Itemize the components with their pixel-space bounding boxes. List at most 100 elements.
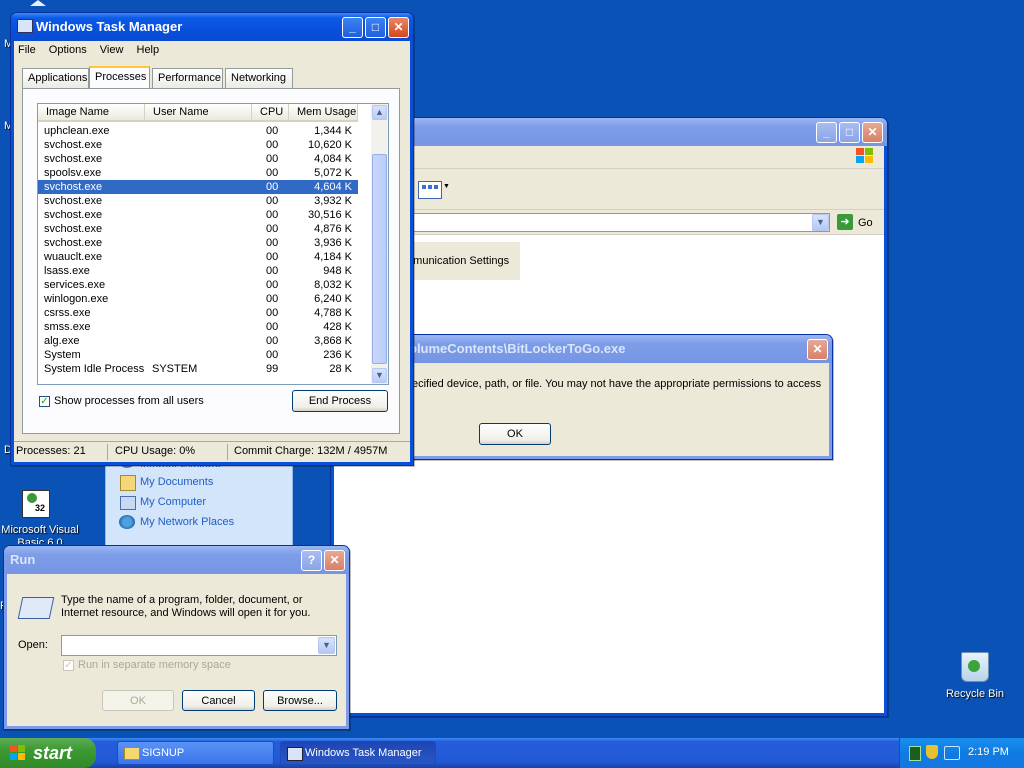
run-icon [17, 597, 55, 619]
separate-memory-checkbox: ✓ [63, 660, 74, 671]
column-image-name[interactable]: Image Name [38, 104, 145, 122]
run-cancel-button[interactable]: Cancel [182, 690, 255, 711]
taskbar-item-signup[interactable]: SIGNUP [117, 741, 274, 765]
go-button[interactable]: Go [858, 217, 873, 229]
tab-applications[interactable]: Applications [22, 68, 89, 88]
process-image-name: wuauclt.exe [44, 251, 103, 263]
column-user-name[interactable]: User Name [145, 104, 252, 122]
tab-processes[interactable]: Processes [89, 66, 150, 88]
process-row[interactable]: svchost.exe 00 4,876 K [38, 222, 358, 236]
address-bar: ▼ ➜ Go [334, 210, 884, 235]
process-image-name: svchost.exe [44, 209, 103, 221]
maximize-button[interactable]: □ [365, 17, 386, 38]
vb6-icon: 32 [22, 490, 50, 518]
menu-view[interactable]: View [100, 44, 124, 56]
scroll-down-button[interactable]: ▼ [372, 368, 387, 383]
close-button[interactable]: ✕ [324, 550, 345, 571]
process-list-scrollbar[interactable]: ▲ ▼ [371, 104, 388, 384]
process-row[interactable]: winlogon.exe 00 6,240 K [38, 292, 358, 306]
menu-file[interactable]: File [18, 44, 36, 56]
process-list[interactable]: Image Name User Name CPU Mem Usage uphcl… [37, 103, 389, 385]
task-manager-titlebar[interactable]: Windows Task Manager _ □ ✕ [11, 13, 413, 41]
process-mem-usage: 4,604 K [314, 181, 352, 193]
run-dialog[interactable]: Run ? ✕ Type the name of a program, fold… [3, 545, 350, 730]
process-row[interactable]: System Idle Process SYSTEM 99 28 K [38, 362, 358, 376]
process-mem-usage: 3,868 K [314, 335, 352, 347]
start-link-my-computer[interactable]: My Computer [140, 496, 206, 508]
close-button[interactable]: ✕ [388, 17, 409, 38]
process-cpu: 00 [266, 251, 279, 263]
minimize-button[interactable]: _ [342, 17, 363, 38]
scroll-up-button[interactable]: ▲ [372, 105, 387, 120]
tab-performance[interactable]: Performance [152, 68, 223, 88]
open-input[interactable] [61, 635, 337, 656]
show-all-processes-label[interactable]: Show processes from all users [54, 395, 204, 407]
minimize-button[interactable]: _ [816, 122, 837, 143]
error-ok-button[interactable]: OK [479, 423, 551, 445]
desktop-icon-recycle-bin[interactable]: Recycle Bin [940, 650, 1010, 704]
taskbar-item-task-manager[interactable]: Windows Task Manager [280, 741, 436, 765]
show-all-processes-checkbox[interactable]: ✓ [39, 396, 50, 407]
status-cpu-usage: CPU Usage: 0% [115, 445, 196, 457]
process-row[interactable]: smss.exe 00 428 K [38, 320, 358, 334]
tray-app-icon[interactable] [909, 746, 921, 761]
process-row[interactable]: alg.exe 00 3,868 K [38, 334, 358, 348]
scroll-thumb[interactable] [372, 154, 387, 364]
menu-help[interactable]: Help [137, 44, 160, 56]
views-dropdown-icon[interactable]: ▼ [443, 183, 450, 190]
process-row[interactable]: System 00 236 K [38, 348, 358, 362]
go-icon[interactable]: ➜ [837, 214, 853, 230]
run-dialog-client: Type the name of a program, folder, docu… [7, 574, 346, 726]
start-link-my-documents[interactable]: My Documents [140, 476, 213, 488]
process-row[interactable]: svchost.exe 00 4,604 K [38, 180, 358, 194]
menu-bar [334, 146, 884, 169]
network-icon[interactable] [944, 746, 960, 760]
process-row[interactable]: svchost.exe 00 3,936 K [38, 236, 358, 250]
end-process-button[interactable]: End Process [292, 390, 388, 412]
explorer-titlebar[interactable]: _ □ ✕ [331, 118, 887, 146]
process-image-name: System Idle Process [44, 363, 145, 375]
maximize-button[interactable]: □ [839, 122, 860, 143]
process-row[interactable]: services.exe 00 8,032 K [38, 278, 358, 292]
desktop-icon-label: Microsoft Visual Basic 6.0 [1, 524, 79, 544]
run-dialog-titlebar[interactable]: Run ? ✕ [4, 546, 349, 574]
column-mem-usage[interactable]: Mem Usage [289, 104, 358, 122]
process-row[interactable]: spoolsv.exe 00 5,072 K [38, 166, 358, 180]
process-row[interactable]: svchost.exe 00 30,516 K [38, 208, 358, 222]
open-dropdown-button[interactable]: ▼ [318, 637, 335, 654]
desktop-icon-vb6[interactable]: 32 Microsoft Visual Basic 6.0 [0, 488, 80, 544]
process-row[interactable]: svchost.exe 00 3,932 K [38, 194, 358, 208]
help-button[interactable]: ? [301, 550, 322, 571]
process-mem-usage: 4,788 K [314, 307, 352, 319]
process-row[interactable]: wuauclt.exe 00 4,184 K [38, 250, 358, 264]
tab-networking[interactable]: Networking [225, 68, 293, 88]
task-manager-taskbar-icon [287, 747, 303, 761]
process-row[interactable]: svchost.exe 00 10,620 K [38, 138, 358, 152]
error-dialog[interactable]: olumeContents\BitLockerToGo.exe ✕ ecifie… [380, 334, 833, 460]
run-description-line2: Internet resource, and Windows will open… [61, 607, 311, 619]
task-manager-window[interactable]: Windows Task Manager _ □ ✕ File Options … [10, 12, 414, 466]
process-cpu: 00 [266, 223, 279, 235]
close-button[interactable]: ✕ [862, 122, 883, 143]
process-row[interactable]: lsass.exe 00 948 K [38, 264, 358, 278]
process-row[interactable]: csrss.exe 00 4,788 K [38, 306, 358, 320]
clock[interactable]: 2:19 PM [968, 746, 1009, 758]
views-icon[interactable] [418, 181, 442, 199]
process-cpu: 00 [266, 307, 279, 319]
status-processes: Processes: 21 [16, 445, 86, 457]
desktop-icon-edge-top[interactable] [30, 0, 46, 6]
process-cpu: 00 [266, 279, 279, 291]
menu-options[interactable]: Options [49, 44, 87, 56]
start-link-my-network-places[interactable]: My Network Places [140, 516, 234, 528]
security-shield-icon[interactable] [926, 745, 938, 759]
comm-settings-item[interactable]: mmunication Settings [400, 242, 520, 280]
address-dropdown-button[interactable]: ▼ [812, 214, 829, 231]
error-dialog-titlebar[interactable]: olumeContents\BitLockerToGo.exe ✕ [381, 335, 832, 363]
start-button[interactable]: start [0, 738, 96, 768]
process-row[interactable]: uphclean.exe 00 1,344 K [38, 124, 358, 138]
close-button[interactable]: ✕ [807, 339, 828, 360]
process-row[interactable]: svchost.exe 00 4,084 K [38, 152, 358, 166]
column-cpu[interactable]: CPU [252, 104, 289, 122]
process-cpu: 00 [266, 195, 279, 207]
run-browse-button[interactable]: Browse... [263, 690, 337, 711]
